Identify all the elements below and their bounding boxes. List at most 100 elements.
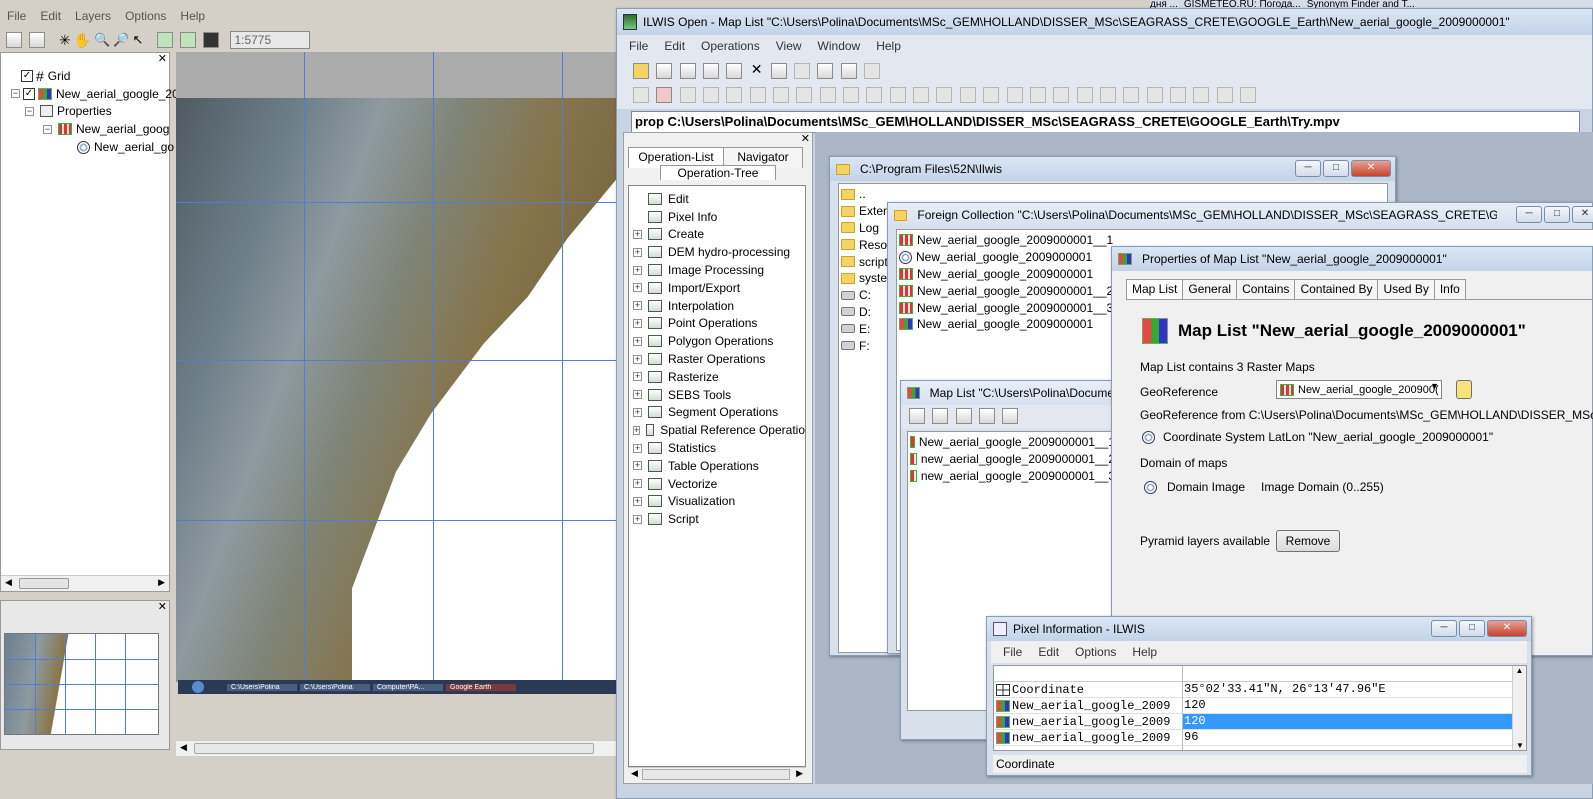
folder-titlebar[interactable]: C:\Program Files\52N\Ilwis ─ □ ✕ — [830, 157, 1395, 181]
tab-contains[interactable]: Contains — [1236, 279, 1296, 300]
operation-item[interactable]: + SEBS Tools — [629, 386, 805, 404]
scroll-left-icon[interactable]: ◀ — [180, 742, 187, 753]
stereo-icon[interactable] — [1146, 87, 1163, 103]
remove-button[interactable]: Remove — [1276, 530, 1340, 552]
layer-coordsys[interactable]: New_aerial_go — [11, 138, 179, 156]
tag-icon[interactable] — [1193, 87, 1210, 103]
representation-icon[interactable] — [983, 87, 1000, 103]
menu-help[interactable]: Help — [1124, 645, 1165, 659]
operation-item[interactable]: + Statistics — [629, 439, 805, 457]
menu-file[interactable]: File — [0, 9, 33, 23]
operation-item[interactable]: + Import/Export — [629, 279, 805, 297]
function-icon[interactable] — [1029, 87, 1046, 103]
graph-icon[interactable] — [889, 87, 906, 103]
slideshow-icon[interactable] — [932, 408, 949, 424]
layer-grid[interactable]: ✓ # Grid — [11, 67, 179, 85]
zoom-out-icon[interactable]: 🔎 — [113, 32, 129, 48]
pixel-titlebar[interactable]: Pixel Information - ILWIS ─ □ ✕ — [987, 617, 1531, 641]
tab-used-by[interactable]: Used By — [1377, 279, 1435, 300]
georef-select[interactable]: New_aerial_google_200900( ▼ — [1276, 380, 1442, 399]
monitor-icon[interactable] — [29, 32, 45, 48]
maplist-item[interactable]: new_aerial_google_2009000001__2 — [908, 451, 1115, 468]
save-icon[interactable] — [203, 32, 220, 48]
scroll-left-icon[interactable]: ◀ — [5, 577, 12, 588]
large-icons-icon[interactable] — [864, 62, 881, 79]
menu-view[interactable]: View — [768, 39, 810, 53]
menu-options[interactable]: Options — [118, 9, 173, 23]
maximize-icon[interactable]: □ — [1459, 620, 1485, 637]
pan-hand-icon[interactable]: ✋ — [74, 32, 91, 49]
map-canvas[interactable] — [176, 52, 616, 682]
checkbox-checked-icon[interactable]: ✓ — [23, 87, 35, 100]
pixel-info-row[interactable]: new_aerial_google_2009 120 — [994, 714, 1526, 730]
paste-icon[interactable] — [726, 62, 743, 79]
object-icon[interactable] — [633, 87, 649, 103]
menu-file[interactable]: File — [995, 645, 1030, 659]
coordsys-text[interactable]: Coordinate System LatLon "New_aerial_goo… — [1163, 430, 1493, 444]
info-icon[interactable] — [679, 62, 696, 79]
operations-scrollbar[interactable]: ◀ ▶ — [628, 767, 806, 781]
open-folder-icon[interactable] — [633, 62, 649, 79]
expand-icon[interactable]: + — [633, 372, 642, 382]
pixel-info-row[interactable]: new_aerial_google_2009 96 — [994, 730, 1526, 746]
menu-operations[interactable]: Operations — [693, 39, 768, 53]
operation-item[interactable]: + Image Processing — [629, 261, 805, 279]
export-icon[interactable] — [1239, 87, 1256, 103]
vertical-scrollbar[interactable]: ▲ ▼ — [1512, 666, 1526, 750]
operation-item[interactable]: + Script — [629, 510, 805, 528]
map-horizontal-scrollbar[interactable]: ◀ — [176, 740, 616, 756]
two-dim-table-icon[interactable] — [1099, 87, 1116, 103]
catalog-icon[interactable] — [656, 62, 673, 79]
operation-item[interactable]: + Point Operations — [629, 315, 805, 333]
menu-file[interactable]: File — [621, 39, 656, 53]
collapse-icon[interactable]: − — [43, 124, 52, 134]
sample-set-icon[interactable] — [1076, 87, 1093, 103]
close-operations-icon[interactable]: ✕ — [801, 132, 810, 145]
properties-icon[interactable] — [770, 62, 787, 79]
pixel-info-row[interactable]: Coordinate 35°02'33.41"N, 26°13'47.96"E — [994, 682, 1526, 698]
menu-options[interactable]: Options — [1067, 645, 1124, 659]
matrix-icon[interactable] — [1123, 87, 1140, 103]
zoom-in-icon[interactable]: 🔍 — [94, 32, 110, 48]
domain-name[interactable]: Domain Image — [1167, 480, 1245, 494]
details-view-icon[interactable] — [840, 62, 857, 79]
menu-layers[interactable]: Layers — [68, 9, 118, 23]
scroll-thumb[interactable] — [19, 578, 69, 589]
operation-item[interactable]: + Vectorize — [629, 475, 805, 493]
segment-icon[interactable] — [703, 87, 720, 103]
expand-icon[interactable]: + — [633, 514, 642, 524]
properties-titlebar[interactable]: Properties of Map List "New_aerial_googl… — [1112, 247, 1592, 271]
taskbar-item[interactable]: C:\Users\Polina — [300, 683, 370, 691]
georef-icon[interactable] — [936, 87, 953, 103]
add-layer-icon[interactable] — [157, 32, 174, 48]
expand-icon[interactable]: + — [633, 425, 641, 435]
checkbox-checked-icon[interactable]: ✓ — [21, 69, 33, 82]
dropdown-arrow-icon[interactable]: ▼ — [1430, 381, 1439, 391]
list-view-icon[interactable] — [817, 62, 834, 79]
remove-layer-icon[interactable] — [180, 32, 197, 48]
new-window-icon[interactable] — [6, 32, 22, 48]
operation-item[interactable]: + Visualization — [629, 493, 805, 511]
redraw-icon[interactable] — [794, 62, 811, 79]
layer-raster[interactable]: − New_aerial_goog — [11, 120, 179, 138]
close-icon[interactable]: ✕ — [1572, 206, 1593, 223]
add-map-icon[interactable] — [955, 408, 972, 424]
point-icon[interactable] — [726, 87, 743, 103]
minimize-icon[interactable]: ─ — [1295, 160, 1321, 177]
menu-edit[interactable]: Edit — [1030, 645, 1067, 659]
overview-map[interactable] — [4, 633, 159, 735]
operation-item[interactable]: Edit — [629, 190, 805, 208]
filter-icon[interactable] — [1006, 87, 1023, 103]
expand-icon[interactable]: + — [633, 407, 642, 417]
layout-icon[interactable] — [866, 87, 883, 103]
tab-map-list[interactable]: Map List — [1126, 279, 1184, 300]
close-overview-icon[interactable]: ✕ — [158, 600, 167, 613]
table-icon[interactable] — [749, 87, 766, 103]
taskbar-item[interactable]: Computer\PA... — [373, 683, 443, 691]
taskbar-item[interactable]: C:\Users\Polina — [227, 683, 297, 691]
mapview-icon[interactable] — [819, 87, 836, 103]
menu-help[interactable]: Help — [868, 39, 909, 53]
close-icon[interactable]: ✕ — [1351, 160, 1391, 177]
delete-icon[interactable]: ✕ — [751, 61, 763, 77]
operation-item[interactable]: + Interpolation — [629, 297, 805, 315]
